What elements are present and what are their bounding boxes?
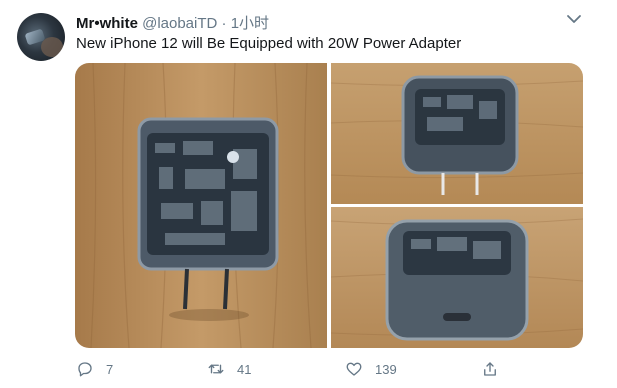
media-photo-2[interactable] [331,63,583,204]
chevron-down-icon[interactable] [566,13,582,25]
media-grid[interactable] [75,63,583,348]
separator-dot: · [221,15,227,32]
like-count: 139 [375,361,397,377]
share-button[interactable] [481,358,499,380]
retweet-button[interactable]: 41 [207,358,251,380]
display-name[interactable]: Mr•white [76,15,138,32]
avatar[interactable] [17,13,65,61]
retweet-icon [208,364,224,374]
heart-icon [346,362,362,376]
timestamp[interactable]: 1小时 [231,15,269,32]
like-button[interactable]: 139 [345,358,397,380]
reply-icon [78,362,92,377]
share-icon [484,362,496,376]
action-bar: 7 41 139 [0,358,617,380]
avatar-image-detail [41,37,63,57]
reply-button[interactable]: 7 [76,358,113,380]
tweet[interactable]: Mr•white @laobaiTD · 1小时 New iPhone 12 w… [0,0,617,388]
user-handle[interactable]: @laobaiTD [142,15,217,32]
media-photo-3[interactable] [331,207,583,348]
reply-count: 7 [106,361,114,377]
media-photo-1[interactable] [75,63,327,348]
retweet-count: 41 [237,361,252,377]
tweet-header: Mr•white @laobaiTD · 1小时 [76,12,269,33]
tweet-text: New iPhone 12 will Be Equipped with 20W … [76,35,462,52]
